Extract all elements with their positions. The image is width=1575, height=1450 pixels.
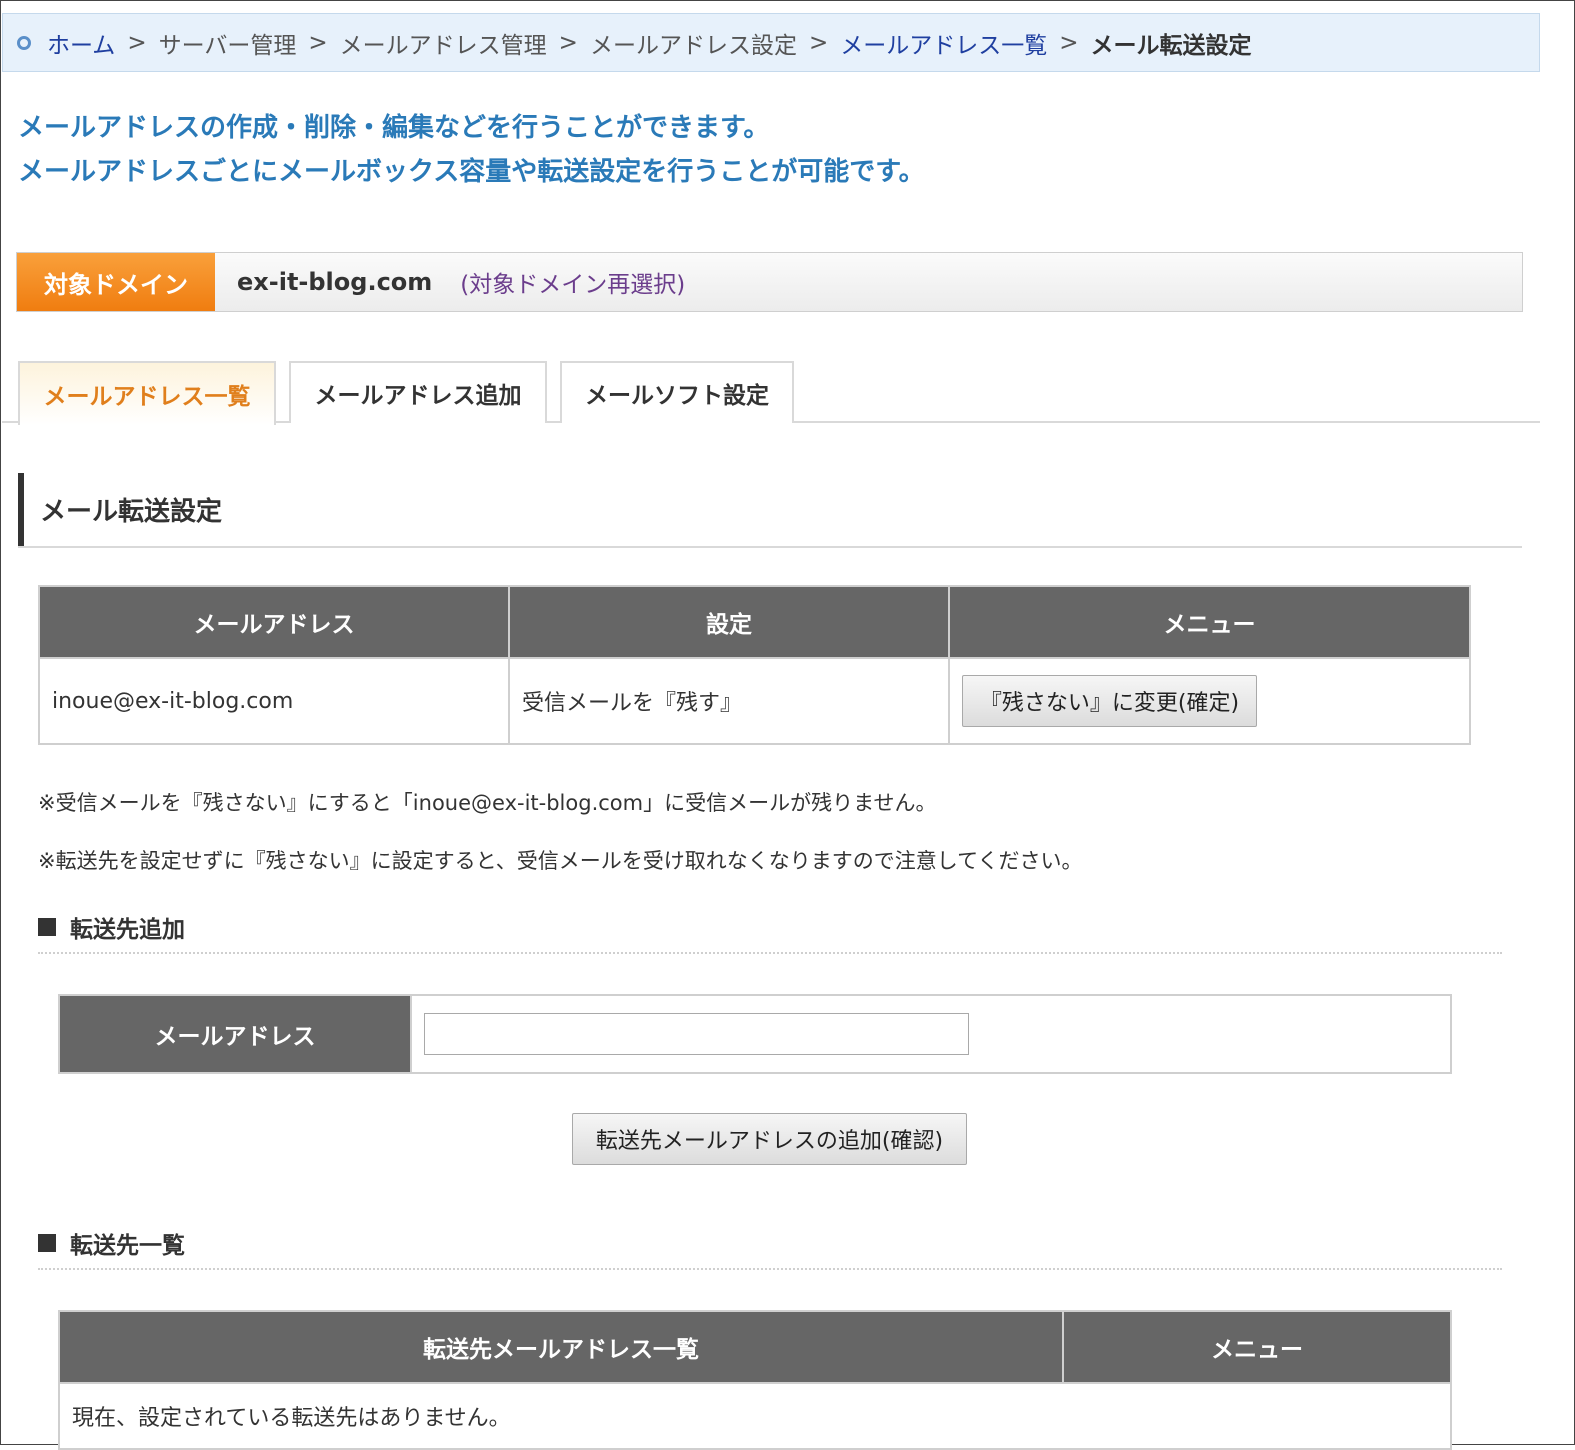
dotted-divider <box>38 952 1502 954</box>
column-header-menu: メニュー <box>948 585 1471 659</box>
email-cell: inoue@ex-it-blog.com <box>38 657 510 745</box>
table-row: inoue@ex-it-blog.com 受信メールを『残す』 『残さない』に変… <box>38 657 1471 745</box>
breadcrumb-mail-list-link[interactable]: メールアドレス一覧 <box>840 26 1047 60</box>
square-bullet-icon <box>38 918 56 936</box>
breadcrumb-server: サーバー管理 <box>158 32 297 59</box>
breadcrumb-separator: > <box>558 29 578 56</box>
circle-bullet-icon <box>17 35 31 50</box>
intro-line-2: メールアドレスごとにメールボックス容量や転送設定を行うことが可能です。 <box>18 157 925 187</box>
domain-reselect-link[interactable]: (対象ドメイン再選択) <box>460 265 685 299</box>
breadcrumb: ホーム > サーバー管理 > メールアドレス管理 > メールアドレス設定 > メ… <box>2 13 1540 72</box>
tab-mail-list[interactable]: メールアドレス一覧 <box>18 361 276 425</box>
breadcrumb-home-link[interactable]: ホーム <box>47 26 115 60</box>
column-header-email: メールアドレス <box>38 585 510 659</box>
domain-bar: 対象ドメイン ex-it-blog.com (対象ドメイン再選択) <box>16 252 1523 312</box>
column-header-setting: 設定 <box>508 585 950 659</box>
breadcrumb-current: メール転送設定 <box>1090 32 1252 59</box>
breadcrumb-separator: > <box>808 29 829 56</box>
menu-cell: 『残さない』に変更(確定) <box>948 657 1471 745</box>
empty-forward-message: 現在、設定されている転送先はありません。 <box>58 1382 1452 1450</box>
forward-list-header-row: 転送先メールアドレス一覧 メニュー <box>58 1310 1452 1384</box>
forward-list-table: 転送先メールアドレス一覧 メニュー 現在、設定されている転送先はありません。 <box>58 1310 1452 1450</box>
settings-table: メールアドレス 設定 メニュー inoue@ex-it-blog.com 受信メ… <box>38 585 1471 745</box>
settings-table-header-row: メールアドレス 設定 メニュー <box>38 585 1471 659</box>
square-bullet-icon <box>38 1234 56 1252</box>
change-to-not-keep-button[interactable]: 『残さない』に変更(確定) <box>962 675 1257 727</box>
column-header-forward-menu: メニュー <box>1062 1310 1452 1384</box>
note-not-keep: ※受信メールを『残さない』にすると「inoue@ex-it-blog.com」に… <box>38 791 937 815</box>
section-divider <box>18 546 1522 548</box>
breadcrumb-mail-admin: メールアドレス管理 <box>339 32 547 59</box>
tab-mail-software[interactable]: メールソフト設定 <box>560 361 794 423</box>
add-forward-form: メールアドレス <box>58 994 1452 1074</box>
breadcrumb-separator: > <box>1059 29 1079 56</box>
email-field-label: メールアドレス <box>58 994 412 1074</box>
intro-line-1: メールアドレスの作成・削除・編集などを行うことができます。 <box>18 113 770 143</box>
add-forward-confirm-button[interactable]: 転送先メールアドレスの追加(確認) <box>572 1113 967 1165</box>
dotted-divider <box>38 1268 1502 1270</box>
note-warning: ※転送先を設定せずに『残さない』に設定すると、受信メールを受け取れなくなりますの… <box>38 849 1083 873</box>
breadcrumb-mail-settings: メールアドレス設定 <box>589 32 797 59</box>
domain-name: ex-it-blog.com <box>237 268 433 296</box>
intro-text: メールアドレスの作成・削除・編集などを行うことができます。 メールアドレスごとに… <box>18 106 925 194</box>
forward-list-heading-text: 転送先一覧 <box>70 1233 185 1259</box>
setting-cell: 受信メールを『残す』 <box>508 657 950 745</box>
add-forward-heading-text: 転送先追加 <box>70 917 185 943</box>
tab-mail-add[interactable]: メールアドレス追加 <box>289 361 547 423</box>
section-accent-bar <box>18 473 24 546</box>
domain-label: 対象ドメイン <box>17 253 215 311</box>
email-field-cell <box>410 994 1452 1074</box>
column-header-forward-email: 転送先メールアドレス一覧 <box>58 1310 1064 1384</box>
section-title: メール転送設定 <box>40 497 223 527</box>
table-row: 現在、設定されている転送先はありません。 <box>58 1382 1452 1450</box>
add-forward-heading: 転送先追加 <box>38 910 185 944</box>
form-row: メールアドレス <box>58 994 1452 1074</box>
breadcrumb-separator: > <box>308 29 328 56</box>
breadcrumb-separator: > <box>127 29 147 56</box>
forward-list-heading: 転送先一覧 <box>38 1226 185 1260</box>
forward-email-input[interactable] <box>424 1013 969 1055</box>
